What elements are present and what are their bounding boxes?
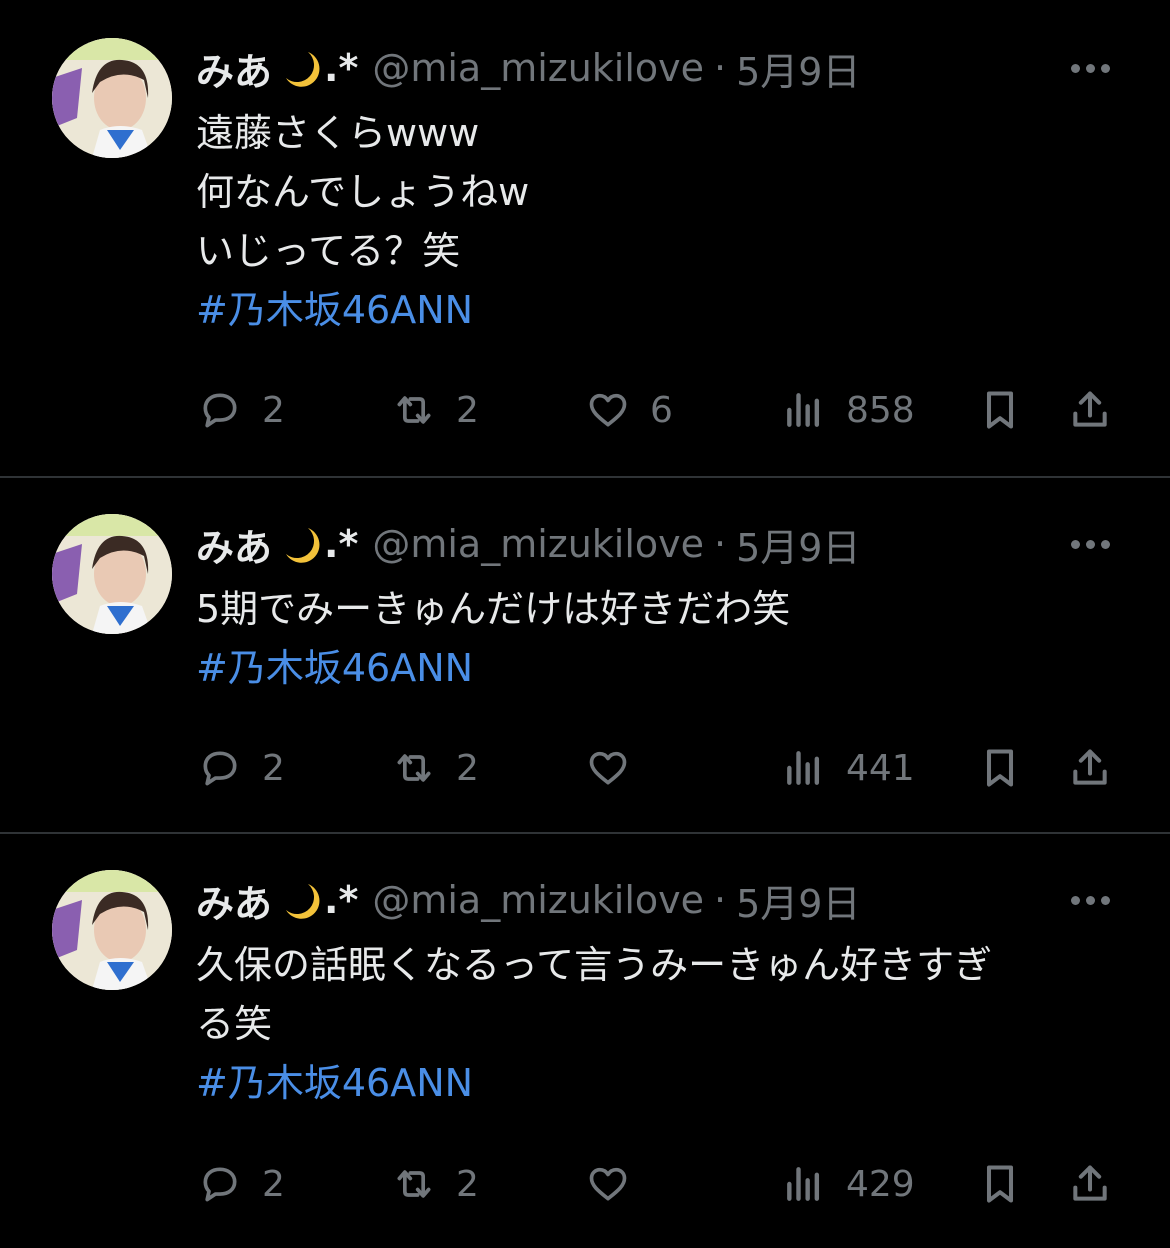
action-bar: 2 2 6 858 [0, 380, 1170, 440]
reply-button[interactable]: 2 [198, 380, 285, 440]
views-button[interactable]: 858 [782, 380, 915, 440]
retweet-icon [397, 1170, 431, 1198]
reply-icon [203, 1167, 237, 1202]
action-bar: 2 2 441 [0, 738, 1170, 798]
views-count: 441 [846, 747, 915, 789]
tweet[interactable]: みあ .* @mia_mizukilove · 5月9日 久保の話眠くなるって言… [0, 834, 1170, 1248]
tweet-date[interactable]: 5月9日 [736, 517, 860, 572]
tweet-line: 遠藤さくらwww [196, 111, 480, 155]
tweet-line: 何なんでしょうねw [196, 170, 530, 214]
avatar[interactable] [52, 514, 172, 634]
moon-emoji-icon [280, 524, 320, 564]
retweet-button[interactable]: 2 [392, 380, 479, 440]
tweet-line: いじってる？笑 [196, 229, 461, 273]
author-name-suffix: .* [324, 878, 359, 922]
author-handle[interactable]: @mia_mizukilove [372, 46, 704, 90]
tweet-line: 5期でみーきゅんだけは好きだわ笑 [196, 587, 791, 631]
retweet-icon [397, 396, 431, 424]
hashtag-link[interactable]: #乃木坂46ANN [196, 281, 1096, 340]
share-icon [1073, 749, 1107, 785]
author-name[interactable]: みあ [196, 41, 272, 96]
like-icon [589, 751, 627, 785]
author-handle[interactable]: @mia_mizukilove [372, 522, 704, 566]
like-icon [589, 393, 627, 427]
reply-count: 2 [262, 1163, 285, 1205]
reply-button[interactable]: 2 [198, 1154, 285, 1214]
author-name-suffix: .* [324, 46, 359, 90]
views-icon [787, 1167, 820, 1201]
avatar[interactable] [52, 870, 172, 990]
tweet-line: る笑 [196, 1002, 273, 1046]
author-name[interactable]: みあ [196, 873, 272, 928]
more-icon[interactable] [1060, 48, 1120, 88]
more-icon[interactable] [1060, 524, 1120, 564]
hashtag-link[interactable]: #乃木坂46ANN [196, 1054, 1096, 1113]
views-count: 429 [846, 1163, 915, 1205]
separator: · [714, 522, 727, 566]
tweet-header: みあ .* @mia_mizukilove · 5月9日 [196, 870, 860, 930]
like-count: 6 [650, 389, 673, 431]
views-button[interactable]: 441 [782, 738, 915, 798]
reply-count: 2 [262, 389, 285, 431]
reply-button[interactable]: 2 [198, 738, 285, 798]
tweet[interactable]: みあ .* @mia_mizukilove · 5月9日 遠藤さくらwww 何な… [0, 0, 1170, 476]
retweet-count: 2 [456, 389, 479, 431]
moon-emoji-icon [280, 880, 320, 920]
reply-icon [203, 751, 237, 786]
bookmark-icon [986, 1165, 1014, 1203]
bookmark-button[interactable] [978, 738, 1022, 798]
tweet-date[interactable]: 5月9日 [736, 41, 860, 96]
share-button[interactable] [1068, 1154, 1112, 1214]
share-button[interactable] [1068, 380, 1112, 440]
tweet-text: 久保の話眠くなるって言うみーきゅん好きすぎ る笑 #乃木坂46ANN [196, 936, 1096, 1113]
share-button[interactable] [1068, 738, 1112, 798]
tweet-date[interactable]: 5月9日 [736, 873, 860, 928]
tweet-header: みあ .* @mia_mizukilove · 5月9日 [196, 514, 860, 574]
views-icon [787, 393, 820, 427]
separator: · [714, 46, 727, 90]
views-count: 858 [846, 389, 915, 431]
author-name[interactable]: みあ [196, 517, 272, 572]
like-button[interactable]: 6 [586, 380, 673, 440]
retweet-icon [397, 754, 431, 782]
bookmark-icon [986, 749, 1014, 787]
tweet[interactable]: みあ .* @mia_mizukilove · 5月9日 5期でみーきゅんだけは… [0, 478, 1170, 832]
tweet-text: 5期でみーきゅんだけは好きだわ笑 #乃木坂46ANN [196, 580, 1096, 698]
more-icon[interactable] [1060, 880, 1120, 920]
retweet-button[interactable]: 2 [392, 1154, 479, 1214]
reply-count: 2 [262, 747, 285, 789]
retweet-button[interactable]: 2 [392, 738, 479, 798]
views-button[interactable]: 429 [782, 1154, 915, 1214]
tweet-line: 久保の話眠くなるって言うみーきゅん好きすぎ [196, 943, 993, 987]
tweet-header: みあ .* @mia_mizukilove · 5月9日 [196, 38, 860, 98]
like-icon [589, 1167, 627, 1201]
share-icon [1073, 1165, 1107, 1201]
author-handle[interactable]: @mia_mizukilove [372, 878, 704, 922]
retweet-count: 2 [456, 747, 479, 789]
avatar[interactable] [52, 38, 172, 158]
retweet-count: 2 [456, 1163, 479, 1205]
tweet-text: 遠藤さくらwww 何なんでしょうねw いじってる？笑 #乃木坂46ANN [196, 104, 1096, 340]
views-icon [787, 751, 820, 785]
bookmark-button[interactable] [978, 1154, 1022, 1214]
hashtag-link[interactable]: #乃木坂46ANN [196, 639, 1096, 698]
separator: · [714, 878, 727, 922]
share-icon [1073, 391, 1107, 427]
like-button[interactable] [586, 1154, 650, 1214]
bookmark-button[interactable] [978, 380, 1022, 440]
like-button[interactable] [586, 738, 650, 798]
author-name-suffix: .* [324, 522, 359, 566]
reply-icon [203, 393, 237, 428]
moon-emoji-icon [280, 48, 320, 88]
action-bar: 2 2 429 [0, 1154, 1170, 1214]
bookmark-icon [986, 391, 1014, 429]
